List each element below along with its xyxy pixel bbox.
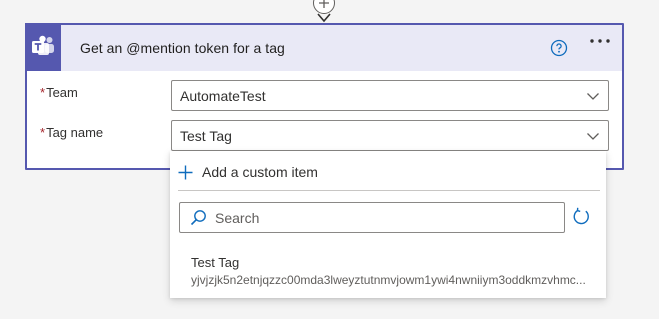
tag-name-dropdown[interactable]: Test Tag	[171, 120, 609, 151]
tag-name-label: *Tag name	[40, 125, 103, 140]
tag-name-value: Test Tag	[180, 127, 232, 144]
plus-icon	[319, 0, 329, 8]
search-box[interactable]	[179, 202, 565, 233]
tag-option-name: Test Tag	[191, 255, 240, 270]
list-item[interactable]: Test Tag yjvjzjk5n2etnjqzzc00mda3lweyztu…	[170, 249, 606, 293]
required-marker: *	[40, 125, 46, 140]
team-value: AutomateTest	[180, 87, 266, 104]
divider	[178, 190, 600, 191]
help-icon[interactable]	[550, 39, 568, 57]
team-label: *Team	[40, 85, 78, 100]
tag-option-id: yjvjzjk5n2etnjqzzc00mda3lweyztutnmvjowm1…	[191, 273, 586, 287]
chevron-down-icon	[587, 133, 599, 140]
flow-canvas: Get an @mention token for a tag *Team Au…	[0, 0, 659, 319]
teams-icon	[25, 23, 61, 71]
add-custom-item-label: Add a custom item	[202, 164, 318, 180]
search-input[interactable]	[215, 209, 545, 226]
action-card: Get an @mention token for a tag *Team Au…	[25, 23, 624, 170]
refresh-icon[interactable]	[571, 207, 591, 227]
search-icon	[190, 210, 206, 226]
add-custom-item-button[interactable]: Add a custom item	[178, 161, 318, 183]
team-dropdown[interactable]: AutomateTest	[171, 80, 609, 111]
required-marker: *	[40, 85, 46, 100]
tag-dropdown-menu: Add a custom item Test Tag yjvjzjk5n2etn…	[170, 151, 606, 298]
tag-name-label-text: Tag name	[46, 125, 104, 140]
team-label-text: Team	[46, 85, 78, 100]
more-options-icon[interactable]	[589, 38, 611, 44]
card-title: Get an @mention token for a tag	[80, 40, 285, 56]
card-header[interactable]: Get an @mention token for a tag	[25, 23, 622, 71]
plus-icon	[178, 165, 193, 180]
chevron-down-icon	[587, 93, 599, 100]
